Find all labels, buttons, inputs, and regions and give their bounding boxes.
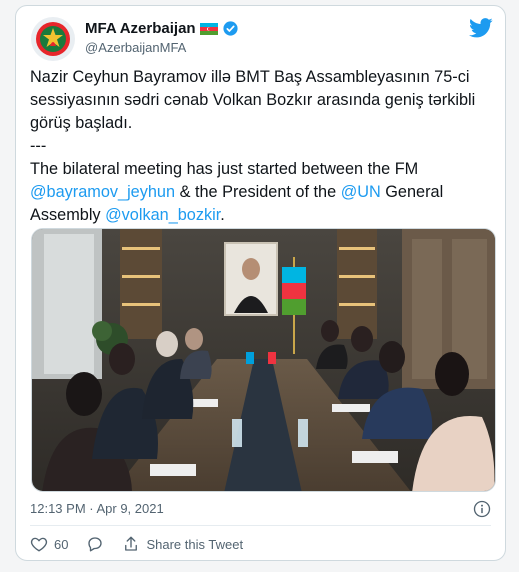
tweet-separator: --- [30, 137, 47, 155]
azerbaijan-flag-icon [199, 22, 218, 35]
tweet-text-az: Nazir Ceyhun Bayramov illə BMT Baş Assam… [30, 68, 480, 132]
tweet-text: Nazir Ceyhun Bayramov illə BMT Baş Assam… [30, 66, 495, 227]
tweet-text-en-1: The bilateral meeting has just started b… [30, 160, 423, 178]
mention-un[interactable]: @UN [341, 183, 381, 201]
verified-badge-icon [222, 21, 238, 36]
info-icon[interactable] [473, 500, 491, 518]
like-count: 60 [54, 536, 69, 552]
mention-volkan-bozkir[interactable]: @volkan_bozkir [105, 206, 220, 224]
azerbaijan-emblem-icon [36, 22, 70, 56]
tweet-timestamp[interactable]: 12:13 PM · Apr 9, 2021 [30, 501, 164, 516]
mention-bayramov-jeyhun[interactable]: @bayramov_jeyhun [30, 183, 175, 201]
reply-icon [88, 537, 103, 552]
tweet-text-en-2: & the President of the [175, 183, 341, 201]
heart-icon [30, 537, 48, 552]
share-button[interactable]: Share this Tweet [122, 535, 243, 553]
share-icon [125, 536, 138, 551]
tweet-card[interactable]: MFA Azerbaijan @AzerbaijanMFA Nazir Ceyh… [15, 5, 506, 561]
share-label: Share this Tweet [146, 536, 244, 552]
meeting-photo [32, 229, 495, 491]
tweet-actions: 60 Share this Tweet [30, 535, 261, 553]
avatar[interactable] [31, 17, 75, 61]
divider [30, 525, 491, 526]
handle[interactable]: @AzerbaijanMFA [85, 40, 186, 55]
like-button[interactable]: 60 [30, 535, 68, 553]
reply-button[interactable] [86, 535, 104, 553]
tweet-photo[interactable] [31, 228, 496, 492]
display-name[interactable]: MFA Azerbaijan [85, 20, 196, 37]
tweet-text-en-4: . [220, 206, 225, 224]
twitter-bird-icon[interactable] [469, 18, 493, 38]
